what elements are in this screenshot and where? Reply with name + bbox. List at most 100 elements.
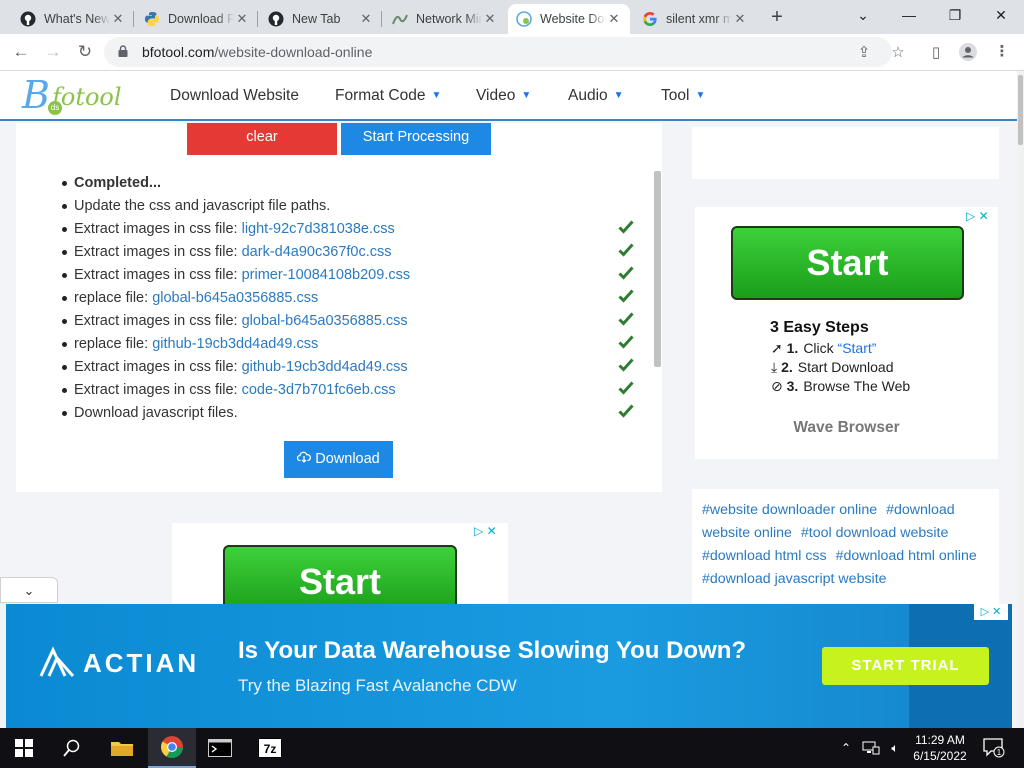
7zip-icon[interactable]: 7z — [246, 728, 294, 768]
close-window-button[interactable]: ✕ — [978, 0, 1024, 30]
tag-link[interactable]: #tool download website — [801, 525, 949, 541]
clock-date: 6/15/2022 — [913, 749, 967, 763]
step-text: Start Download — [797, 359, 894, 375]
ad-wave-browser[interactable]: ▷ ✕ Start 3 Easy Steps ➚ 1. Click “Start”… — [695, 207, 998, 459]
ad-brand: Wave Browser — [793, 419, 900, 436]
page-scrollbar[interactable] — [1017, 71, 1024, 728]
log-file-link[interactable]: github-19cb3dd4ad49.css — [152, 336, 318, 352]
tab-title: Network Miner — [416, 12, 482, 26]
minimize-button[interactable]: — — [886, 0, 932, 30]
collapse-ad-button[interactable]: ⌄ — [0, 577, 58, 603]
chevron-down-icon: ⌄ — [23, 583, 35, 598]
restore-button[interactable]: ❐ — [932, 0, 978, 30]
close-icon[interactable]: ✕ — [110, 11, 126, 27]
tab-silent-xmr[interactable]: silent xmr miner ✕ — [634, 4, 756, 34]
side-panel-icon[interactable]: ▯ — [926, 43, 946, 63]
start-trial-button[interactable]: START TRIAL — [822, 647, 989, 685]
svg-text:7z: 7z — [264, 742, 277, 756]
step-1: ➚ 1. Click “Start” — [771, 340, 876, 357]
profile-icon[interactable] — [958, 42, 978, 62]
site-logo[interactable]: B fotool ds — [22, 73, 132, 117]
menu-video[interactable]: Video ▼ — [476, 87, 531, 105]
menu-download-website[interactable]: Download Website — [170, 87, 299, 105]
clear-button[interactable]: clear — [187, 123, 337, 155]
close-icon[interactable]: ✕ — [732, 11, 748, 27]
log-file-link[interactable]: code-3d7b701fc6eb.css — [242, 382, 396, 398]
banner-ad[interactable]: ACTIAN Is Your Data Warehouse Slowing Yo… — [6, 604, 1012, 728]
checkmark-icon — [618, 404, 634, 418]
terminal-icon[interactable] — [196, 728, 244, 768]
tag-link[interactable]: #website downloader online — [702, 502, 877, 518]
reload-icon[interactable]: ↻ — [72, 39, 98, 65]
tab-new-tab[interactable]: New Tab ✕ — [260, 4, 382, 34]
tag-link[interactable]: #download html online — [836, 548, 977, 564]
log-scrollbar[interactable] — [654, 171, 661, 367]
search-icon[interactable] — [48, 728, 96, 768]
menu-tool[interactable]: Tool ▼ — [661, 87, 705, 105]
log-file-link[interactable]: primer-10084108b209.css — [242, 267, 410, 283]
tag-link[interactable]: #download html css — [702, 548, 827, 564]
download-button[interactable]: Download — [284, 441, 393, 478]
windows-start-icon[interactable] — [0, 728, 48, 768]
tag-link[interactable]: #download javascript website — [702, 571, 887, 587]
url-text[interactable]: bfotool.com/website-download-online — [142, 44, 372, 60]
log-file-link[interactable]: dark-d4a90c367f0c.css — [242, 244, 392, 260]
back-icon[interactable]: ← — [8, 39, 34, 65]
tab-title: New Tab — [292, 12, 341, 26]
step-3: ⊘ 3. Browse The Web — [771, 378, 910, 395]
address-bar[interactable]: bfotool.com/website-download-online ⇪ ☆ — [104, 37, 905, 67]
ad-choices-icon[interactable]: ▷ ✕ — [474, 524, 497, 538]
chrome-icon[interactable] — [148, 728, 196, 768]
file-explorer-icon[interactable] — [98, 728, 146, 768]
log-item: Extract images in css file: code-3d7b701… — [62, 380, 654, 403]
tab-network-miner[interactable]: Network Miner ✕ — [384, 4, 506, 34]
log-file-link[interactable]: light-92c7d381038e.css — [242, 221, 395, 237]
log-item: Extract images in css file: global-b645a… — [62, 311, 654, 334]
share-icon[interactable]: ⇪ — [854, 43, 874, 63]
log-file-link[interactable]: global-b645a0356885.css — [152, 290, 318, 306]
log-text: Extract images in css file: — [74, 359, 242, 375]
tab-search-icon[interactable]: ⌄ — [840, 0, 886, 30]
forward-icon[interactable]: → — [40, 39, 66, 65]
tab-download-python[interactable]: Download Python ✕ — [136, 4, 258, 34]
notification-icon[interactable]: 1 — [980, 728, 1008, 768]
close-icon[interactable]: ✕ — [606, 11, 622, 27]
log-file-link[interactable]: global-b645a0356885.css — [242, 313, 408, 329]
menu-audio[interactable]: Audio ▼ — [568, 87, 624, 105]
caret-down-icon: ▼ — [695, 90, 706, 101]
close-icon[interactable]: ✕ — [358, 11, 374, 27]
lock-icon[interactable] — [118, 45, 128, 57]
system-clock[interactable]: 11:29 AM 6/15/2022 — [904, 732, 976, 764]
menu-kebab-icon[interactable]: ⋮ — [992, 42, 1012, 62]
log-item: Extract images in css file: github-19cb3… — [62, 357, 654, 380]
bullet-icon — [62, 204, 67, 209]
ad-start-bottom[interactable]: ▷ ✕ Start — [172, 523, 508, 615]
log-item: replace file: global-b645a0356885.css — [62, 288, 654, 311]
start-ad-button[interactable]: Start — [731, 226, 964, 300]
tab-website-download[interactable]: Website Download ✕ — [508, 4, 630, 34]
network-icon[interactable] — [860, 728, 882, 768]
log-item: Completed... — [62, 173, 654, 196]
new-tab-button[interactable]: + — [764, 5, 790, 31]
log-file-link[interactable]: github-19cb3dd4ad49.css — [242, 359, 408, 375]
log-text: replace file: — [74, 290, 153, 306]
star-icon[interactable]: ☆ — [888, 43, 908, 63]
start-processing-button[interactable]: Start Processing — [341, 123, 491, 155]
log-item: Extract images in css file: primer-10084… — [62, 265, 654, 288]
checkmark-icon — [618, 312, 634, 326]
tab-title: Website Download — [540, 12, 606, 26]
tab-whats-new[interactable]: What's New ✕ — [12, 4, 134, 34]
page-scroll-thumb[interactable] — [1018, 75, 1023, 145]
chevron-up-icon[interactable]: ⌃ — [838, 728, 854, 768]
checkmark-icon — [618, 220, 634, 234]
menu-format-code[interactable]: Format Code ▼ — [335, 87, 441, 105]
log-text: replace file: — [74, 336, 153, 352]
ad-choices-icon[interactable]: ▷ ✕ — [966, 209, 989, 223]
checkmark-icon — [618, 243, 634, 257]
close-icon[interactable]: ✕ — [482, 11, 498, 27]
actian-mark-icon — [39, 646, 75, 677]
step-num: 1. — [786, 340, 799, 356]
close-icon[interactable]: ✕ — [234, 11, 250, 27]
ad-choices-icon[interactable]: ▷ ✕ — [974, 604, 1008, 620]
volume-icon[interactable]: 🔈︎ — [884, 728, 906, 768]
